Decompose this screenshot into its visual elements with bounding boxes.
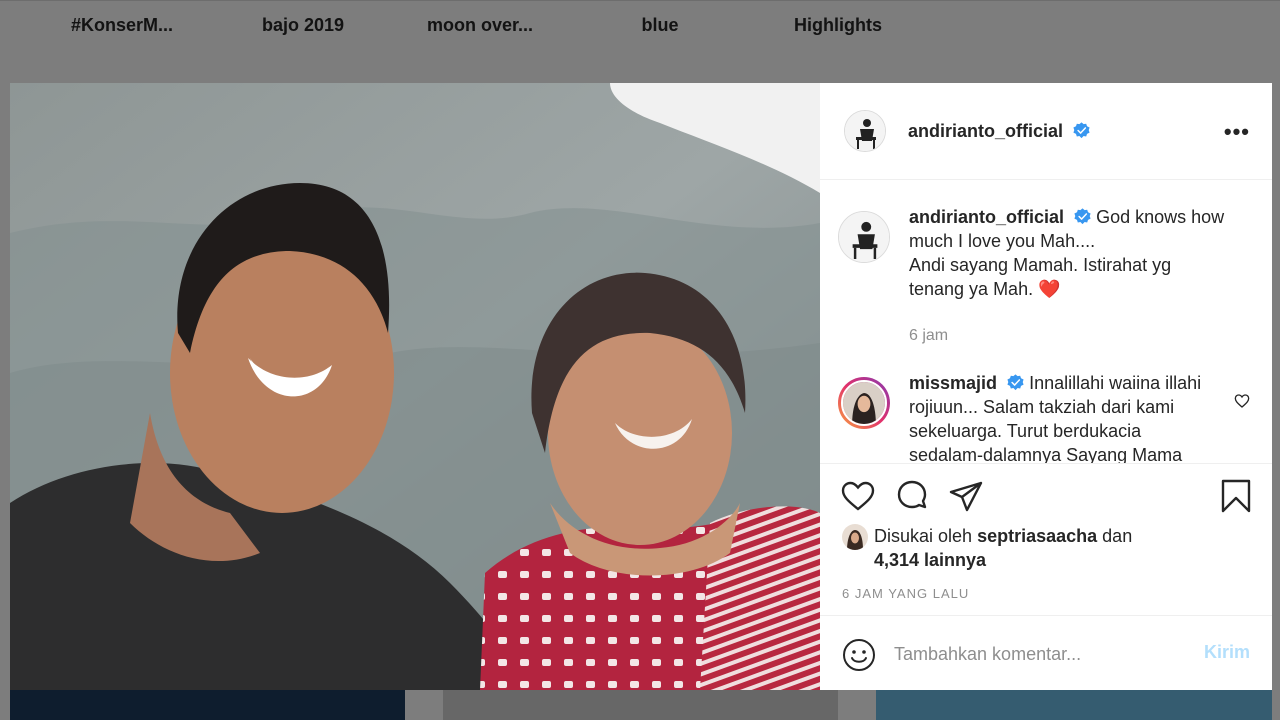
verified-badge-icon [1007,374,1024,391]
heart-icon[interactable] [840,478,876,514]
caption-avatar[interactable] [838,211,890,263]
post-comment-button[interactable]: Kirim [1204,642,1250,663]
comments-list: andirianto_official God knows how much I… [820,181,1272,463]
likes-text: Disukai oleh septriasaacha dan 4,314 lai… [874,524,1234,572]
verified-badge-icon [1073,121,1090,138]
caption-text: andirianto_official God knows how much I… [909,205,1232,301]
caption-line: tenang ya Mah. ❤️ [909,279,1061,299]
likes-count[interactable]: 4,314 lainnya [874,550,986,570]
comment-line: Innalillahi waiina illahi [1029,373,1202,393]
author-username[interactable]: andirianto_official [908,121,1063,141]
comment-icon[interactable] [894,478,930,514]
comment-line: sekeluarga. Turut berdukacia [909,421,1142,441]
bookmark-icon[interactable] [1218,478,1254,514]
author-avatar[interactable] [844,110,886,152]
post-photo[interactable] [10,83,820,690]
caption-line: Andi sayang Mamah. Istirahat yg [909,255,1172,275]
post-header: andirianto_official ••• [820,83,1272,180]
more-options-icon[interactable]: ••• [1224,119,1250,145]
commenter-avatar[interactable] [838,377,890,429]
caption-timestamp[interactable]: 6 jam [909,327,948,345]
commenter-username[interactable]: missmajid [909,373,997,393]
post-actions: Disukai oleh septriasaacha dan 4,314 lai… [820,463,1272,609]
verified-badge-icon [1074,208,1091,225]
liker-avatar[interactable] [842,524,868,550]
caption-username[interactable]: andirianto_official [909,207,1064,227]
post-photo-image [10,83,820,690]
post-details-panel: andirianto_official ••• andirianto_offic… [820,83,1272,690]
likes-prefix: Disukai oleh [874,526,973,546]
caption-line: much I love you Mah.... [909,231,1096,251]
caption-line: God knows how [1096,207,1225,227]
post-modal: andirianto_official ••• andirianto_offic… [10,83,1272,690]
share-icon[interactable] [948,478,984,514]
comment-text: missmajid Innalillahi waiina illahi roji… [909,371,1232,463]
liker-username[interactable]: septriasaacha [977,526,1097,546]
comment-line: sedalam-dalamnya Sayang Mama [909,445,1183,463]
post-timestamp[interactable]: 6 JAM YANG LALU [842,586,969,601]
comment-input[interactable] [894,636,1184,672]
add-comment-bar: Kirim [820,615,1272,690]
emoji-icon[interactable] [842,638,876,672]
comment-line: rojiuun... Salam takziah dari kami [909,397,1175,417]
comment-like-heart-icon[interactable] [1234,393,1250,409]
likes-joiner: dan [1102,526,1133,546]
